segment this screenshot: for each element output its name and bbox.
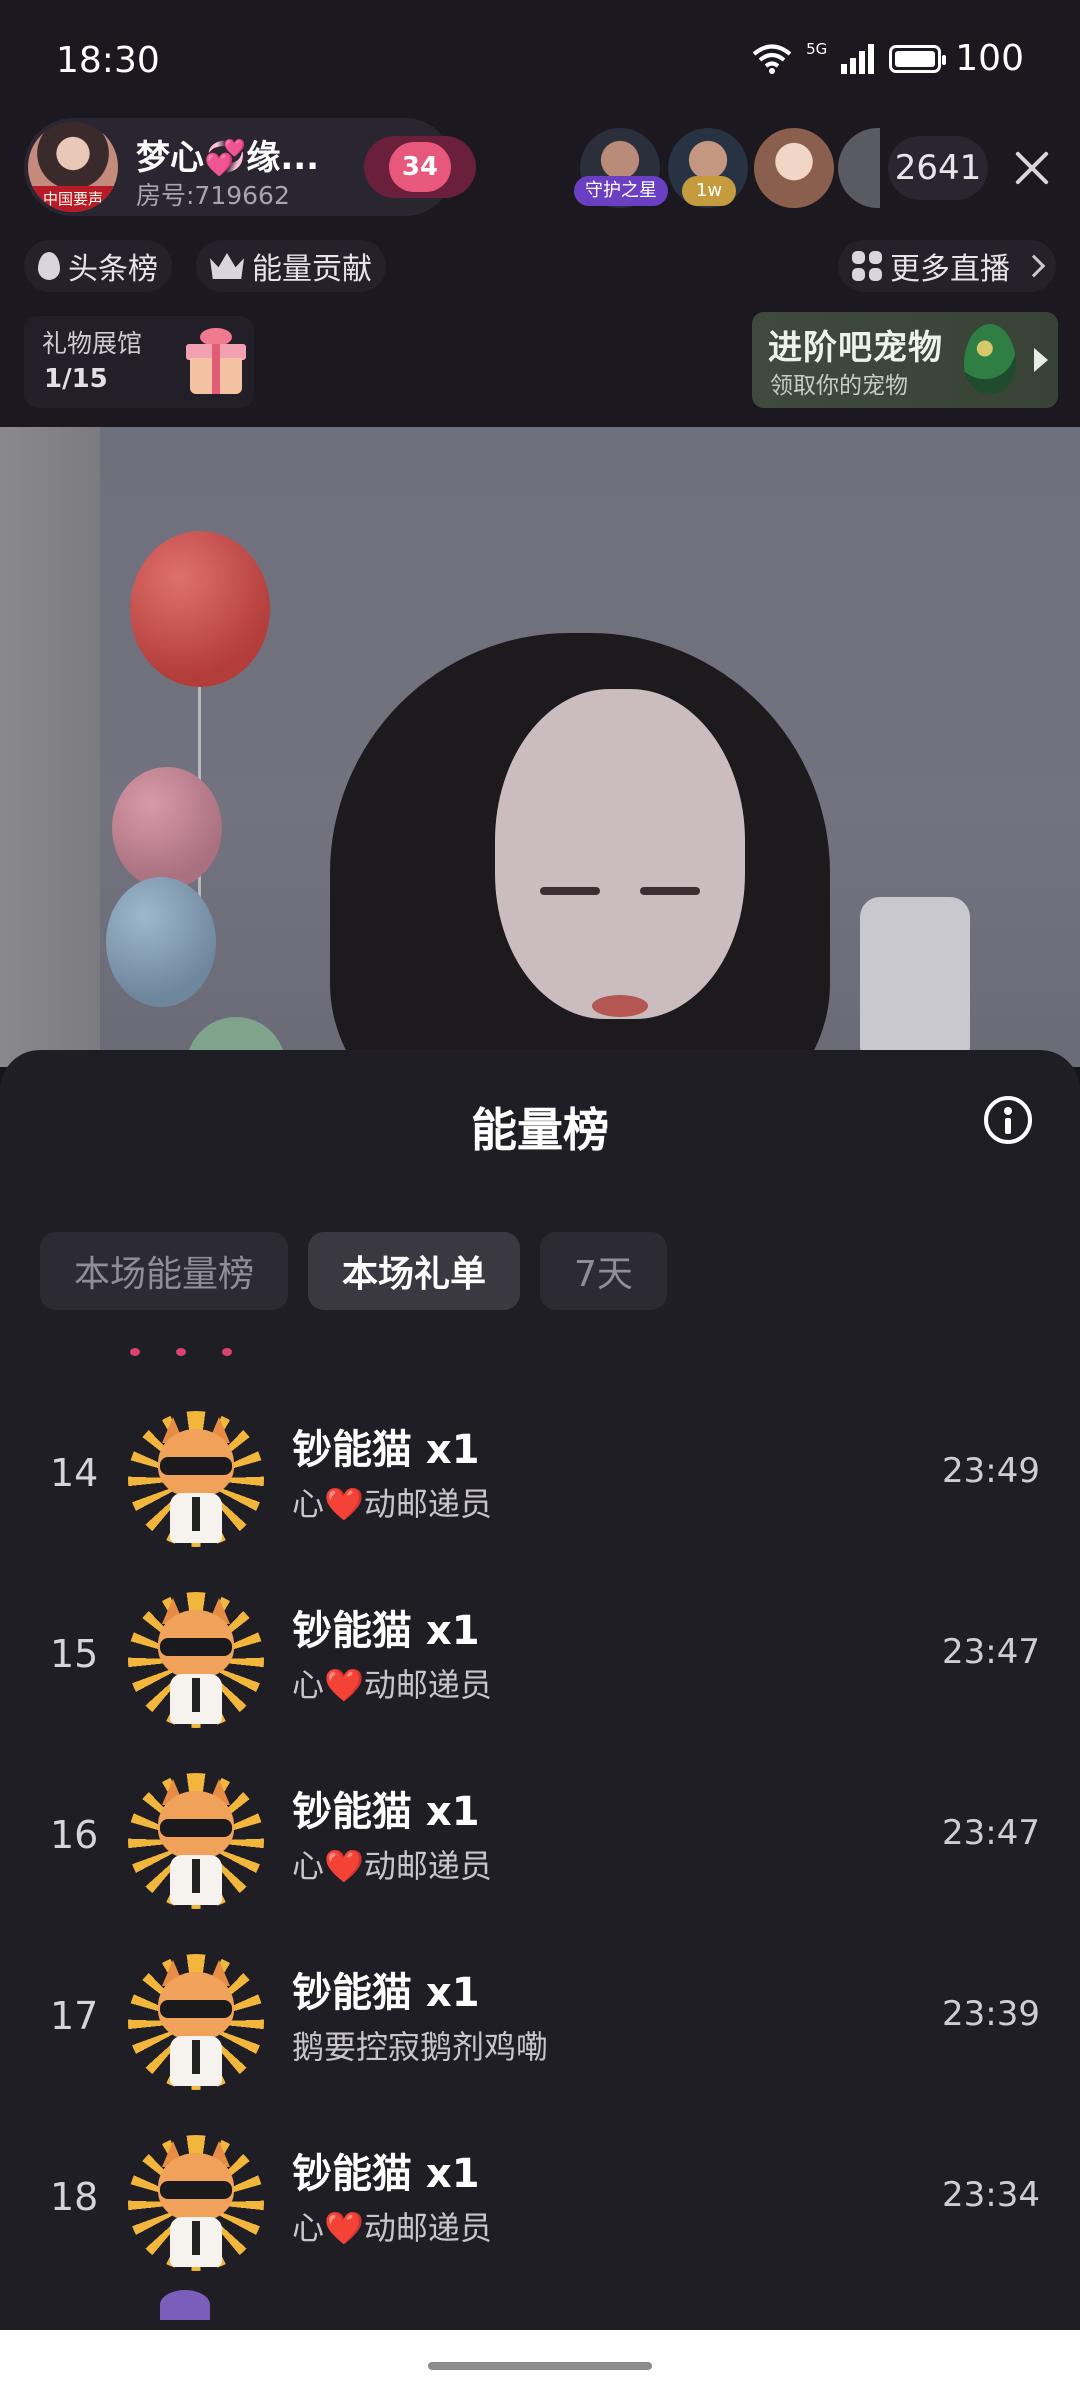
headline-rank-label: 头条榜	[68, 252, 158, 287]
signal-icon	[841, 43, 875, 74]
rank-number: 14	[50, 1451, 99, 1495]
battery-level: 100	[955, 38, 1024, 79]
gift-name: 钞能猫 x1	[292, 1427, 480, 1473]
gift-sender: 心❤️动邮递员	[292, 1485, 492, 1523]
host-name: 梦心💞缘...	[136, 138, 320, 178]
network-type-label: 5G	[806, 39, 828, 58]
battery-icon	[889, 44, 947, 73]
tab-7-days[interactable]: 7天	[540, 1232, 667, 1310]
close-icon[interactable]	[1010, 146, 1054, 190]
home-indicator[interactable]	[428, 2362, 652, 2370]
list-item[interactable]: 17 钞能猫 x1 鹅要控寂鹅剂鸡嘞 23:39	[0, 1948, 1080, 2129]
gift-sender: 鹅要控寂鹅剂鸡嘞	[292, 2028, 549, 2066]
list-item[interactable]: 14 钞能猫 x1 心❤️动邮递员 23:49	[0, 1405, 1080, 1586]
gift-name: 钞能猫 x1	[292, 1970, 480, 2016]
gift-time: 23:49	[942, 1451, 1040, 1491]
info-icon[interactable]	[984, 1096, 1032, 1144]
host-info-card[interactable]: 中国要声 梦心💞缘... 房号:719662 34	[24, 118, 476, 216]
host-avatar-badge: 中国要声	[28, 186, 118, 212]
money-cat-gift-icon	[128, 1592, 264, 1732]
host-avatar[interactable]: 中国要声	[28, 122, 118, 212]
sheet-title: 能量榜	[471, 1103, 609, 1157]
gift-hall-title: 礼物展馆	[42, 329, 143, 358]
viewer-rank-tag: 1w	[682, 176, 736, 206]
energy-contribution-label: 能量贡献	[252, 252, 372, 287]
list-item-partial	[160, 2290, 210, 2320]
viewer-avatar[interactable]	[754, 128, 834, 208]
fan-level-value: 34	[389, 142, 451, 192]
balloon-decoration	[106, 877, 216, 1007]
pet-banner-title: 进阶吧宠物	[768, 328, 943, 368]
energy-contribution-button[interactable]: 能量贡献	[196, 240, 386, 292]
money-cat-gift-icon	[128, 2135, 264, 2275]
rank-number: 16	[50, 1813, 99, 1857]
money-cat-gift-icon	[128, 1954, 264, 2094]
more-live-button[interactable]: 更多直播	[838, 240, 1056, 292]
pet-banner-subtitle: 领取你的宠物	[770, 373, 908, 399]
flame-icon	[38, 252, 60, 280]
money-cat-gift-icon	[128, 1773, 264, 1913]
list-item[interactable]: 15 钞能猫 x1 心❤️动邮递员 23:47	[0, 1586, 1080, 1767]
system-nav-bar	[0, 2330, 1080, 2400]
status-time: 18:30	[56, 40, 160, 81]
rank-number: 17	[50, 1994, 99, 2038]
gift-name: 钞能猫 x1	[292, 1789, 480, 1835]
guardian-star-tag: 守护之星	[574, 176, 668, 206]
live-video-stream[interactable]	[0, 427, 1080, 1067]
balloon-decoration	[112, 767, 222, 889]
tab-session-energy[interactable]: 本场能量榜	[40, 1232, 289, 1310]
gift-sender: 心❤️动邮递员	[292, 1847, 492, 1885]
money-cat-gift-icon	[128, 1411, 264, 1551]
status-bar: 18:30 5G 100	[0, 0, 1080, 120]
pet-egg-icon	[964, 324, 1016, 394]
room-number: 房号:719662	[136, 181, 290, 210]
crown-icon	[210, 253, 244, 279]
gift-name: 钞能猫 x1	[292, 1608, 480, 1654]
gift-time: 23:34	[942, 2175, 1040, 2215]
streamer-face	[495, 689, 745, 1019]
list-item[interactable]: 16 钞能猫 x1 心❤️动邮递员 23:47	[0, 1767, 1080, 1948]
status-icons: 5G 100	[752, 38, 1024, 79]
balloon-decoration	[130, 531, 270, 687]
viewer-count[interactable]: 2641	[888, 136, 988, 200]
energy-ranking-sheet: 能量榜 本场能量榜 本场礼单 7天 14 钞能猫 x1 心❤️动邮递员 23:4…	[0, 1050, 1080, 2330]
gift-name: 钞能猫 x1	[292, 2151, 480, 2197]
gift-sender: 心❤️动邮递员	[292, 2209, 492, 2247]
gift-hall-card[interactable]: 礼物展馆 1/15	[24, 316, 254, 408]
gift-time: 23:39	[942, 1994, 1040, 2034]
headline-rank-button[interactable]: 头条榜	[24, 240, 172, 292]
fan-level-badge[interactable]: 34	[364, 136, 476, 198]
tab-session-gifts[interactable]: 本场礼单	[308, 1232, 521, 1310]
gift-time: 23:47	[942, 1813, 1040, 1853]
gift-hall-count: 1/15	[44, 364, 108, 394]
list-item[interactable]: 18 钞能猫 x1 心❤️动邮递员 23:34	[0, 2129, 1080, 2310]
pet-banner[interactable]: 进阶吧宠物 领取你的宠物	[752, 312, 1058, 408]
grid-icon	[852, 251, 882, 281]
gift-sender: 心❤️动邮递员	[292, 1666, 492, 1704]
viewer-avatar[interactable]	[838, 128, 880, 208]
chevron-right-icon	[1022, 254, 1046, 278]
wifi-icon	[752, 44, 792, 74]
live-room-header: 18:30 5G 100 中国要声 梦心💞缘... 房号:719662 34 守…	[0, 0, 1080, 427]
gift-time: 23:47	[942, 1632, 1040, 1672]
ranking-tabs: 本场能量榜 本场礼单 7天	[40, 1232, 667, 1310]
gift-list: 14 钞能猫 x1 心❤️动邮递员 23:49 15 钞能猫 x1 心❤️动邮递…	[0, 1405, 1080, 2310]
rank-number: 15	[50, 1632, 99, 1676]
rank-number: 18	[50, 2175, 99, 2219]
more-live-label: 更多直播	[890, 252, 1010, 287]
play-arrow-icon	[1034, 348, 1048, 372]
list-item-partial	[130, 1348, 250, 1362]
gift-box-icon	[186, 326, 246, 396]
